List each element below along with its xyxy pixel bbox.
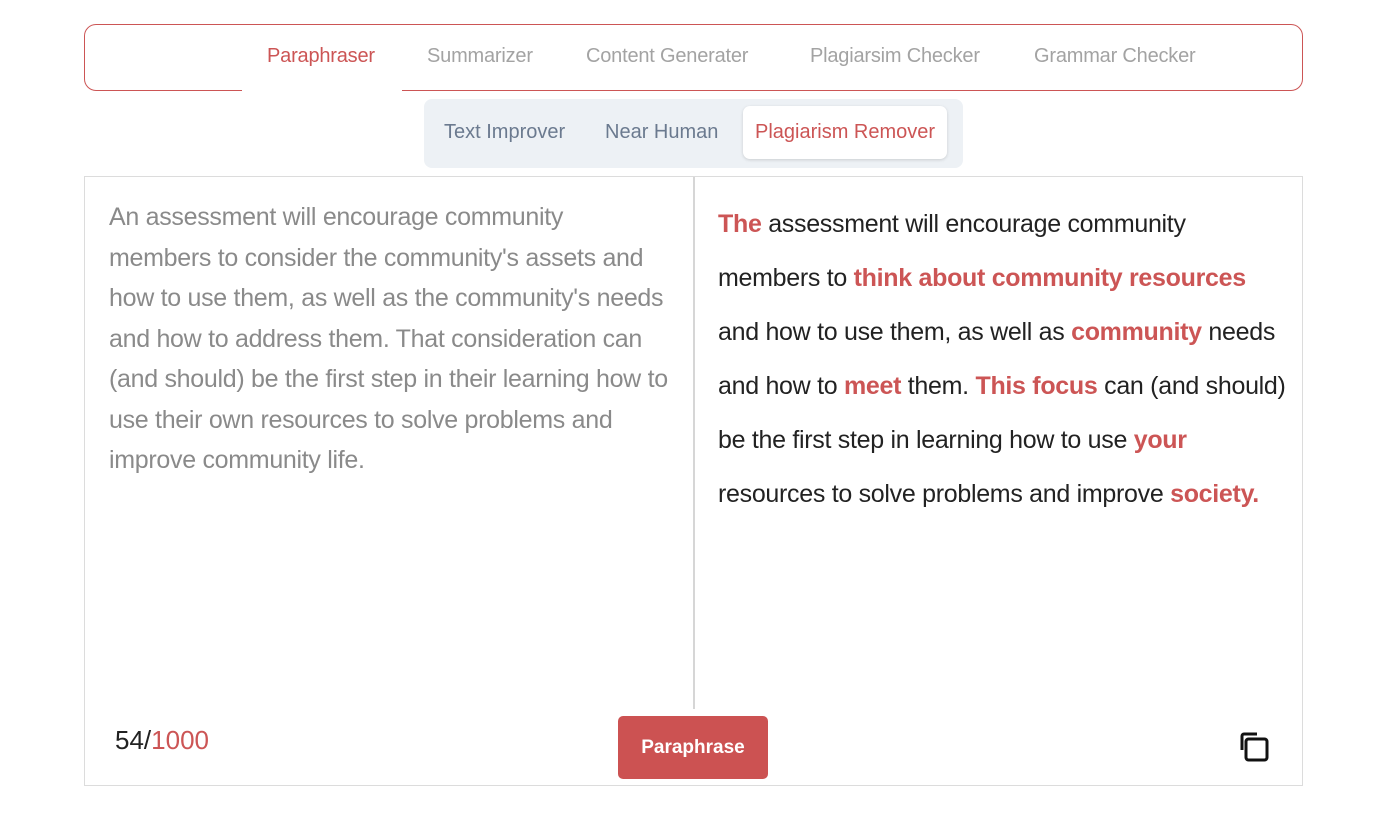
word-counter: 54/1000	[115, 725, 209, 756]
word-limit: 1000	[151, 725, 209, 755]
unchanged-phrase: resources to solve problems and improve	[718, 480, 1171, 508]
tab-grammar-checker[interactable]: Grammar Checker	[1034, 45, 1196, 68]
tab-content-generator[interactable]: Content Generater	[586, 45, 748, 68]
copy-button[interactable]	[1235, 727, 1275, 767]
tab-summarizer[interactable]: Summarizer	[427, 45, 533, 68]
top-nav: Paraphraser Summarizer Content Generater…	[84, 24, 1303, 91]
tab-paraphraser[interactable]: Paraphraser	[267, 45, 375, 68]
mode-tab-plagiarism-remover[interactable]: Plagiarism Remover	[743, 106, 948, 159]
paraphrase-button[interactable]: Paraphrase	[618, 716, 768, 779]
editor-panel: An assessment will encourage community m…	[84, 176, 1303, 786]
panel-divider	[693, 177, 695, 709]
changed-phrase[interactable]: society.	[1170, 480, 1259, 508]
tab-plagiarism-checker[interactable]: Plagiarsim Checker	[810, 45, 980, 68]
changed-phrase[interactable]: The	[718, 210, 762, 238]
changed-phrase[interactable]: community	[1071, 318, 1202, 346]
active-tab-indicator-gap	[242, 88, 402, 91]
changed-phrase[interactable]: meet	[844, 372, 901, 400]
unchanged-phrase: them.	[901, 372, 976, 400]
output-text: The assessment will encourage community …	[718, 197, 1288, 521]
mode-tab-text-improver[interactable]: Text Improver	[432, 106, 577, 159]
mode-tabs: Text Improver Near Human Plagiarism Remo…	[424, 99, 963, 168]
changed-phrase[interactable]: This focus	[975, 372, 1097, 400]
changed-phrase[interactable]: think about community resources	[854, 264, 1246, 292]
unchanged-phrase: and how to use them, as well as	[718, 318, 1072, 346]
changed-phrase[interactable]: your	[1134, 426, 1187, 454]
copy-icon	[1240, 732, 1269, 762]
input-textarea[interactable]: An assessment will encourage community m…	[109, 197, 669, 481]
mode-tab-near-human[interactable]: Near Human	[593, 106, 730, 159]
word-count: 54	[115, 725, 144, 755]
